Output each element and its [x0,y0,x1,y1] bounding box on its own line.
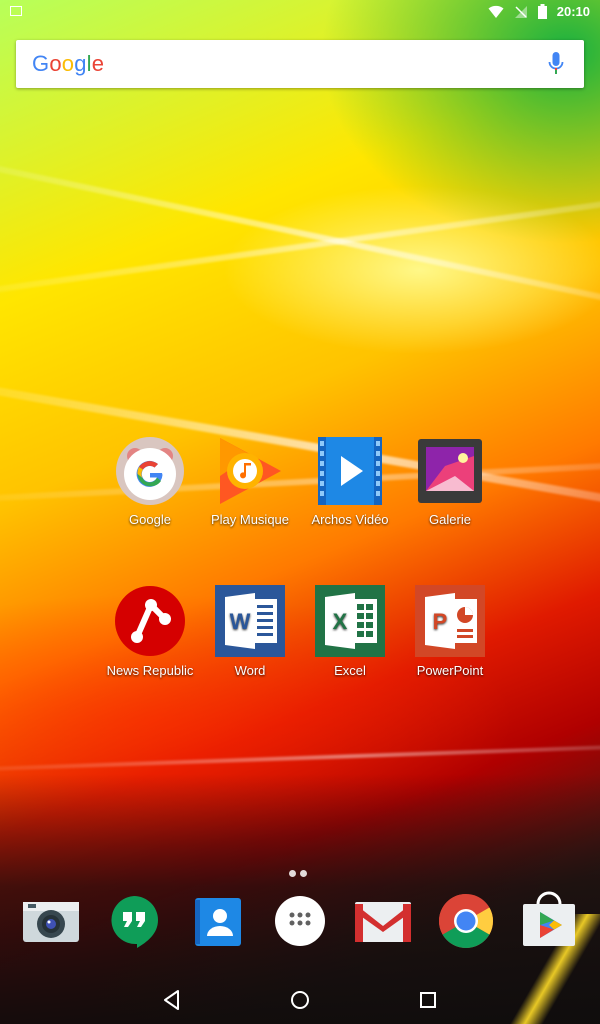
app-news-republic[interactable]: News Republic [100,585,200,678]
gallery-icon [415,436,485,506]
app-label: Galerie [429,512,471,527]
dock [0,890,600,960]
news-republic-icon [115,585,185,657]
app-galerie[interactable]: Galerie [400,436,500,527]
hangouts-icon [111,896,158,948]
wallpaper-glow [300,0,600,260]
recents-icon[interactable] [412,984,444,1016]
microphone-icon[interactable] [548,52,564,76]
camera-icon [23,902,79,942]
page-dot [300,870,307,877]
svg-text:P: P [433,609,448,634]
play-music-icon [215,436,285,506]
video-icon [315,436,385,506]
contacts-icon [195,898,241,946]
app-label: Play Musique [210,512,290,527]
page-dot [289,870,296,877]
google-search-bar[interactable]: Google [16,40,584,88]
dock-gmail[interactable] [352,890,414,952]
app-label: PowerPoint [416,663,484,678]
excel-icon: X [315,585,385,657]
no-signal-icon [514,5,527,18]
clock: 20:10 [556,4,590,19]
dock-camera[interactable] [20,890,82,952]
wifi-icon [488,5,504,18]
back-icon[interactable] [156,984,188,1016]
image-notification-icon [10,6,22,16]
status-bar: 20:10 [0,0,600,24]
play-store-icon [523,891,575,946]
page-indicator [289,870,307,877]
powerpoint-icon: P [415,585,485,657]
navigation-bar [0,976,600,1024]
dock-contacts[interactable] [186,890,248,952]
google-app-icon [115,436,185,506]
app-drawer-icon [275,896,325,946]
gmail-icon [355,902,411,942]
google-logo: Google [32,51,105,76]
app-label: News Republic [106,663,194,678]
wallpaper-streak [0,738,600,774]
dock-chrome[interactable] [435,890,497,952]
status-icons: 20:10 [488,4,590,19]
app-powerpoint[interactable]: P PowerPoint [400,585,500,678]
chrome-icon [438,894,494,949]
battery-icon [537,4,547,19]
app-excel[interactable]: X Excel [300,585,400,678]
dock-hangouts[interactable] [103,890,165,952]
svg-text:X: X [333,609,348,634]
svg-text:W: W [230,609,251,634]
app-google[interactable]: Google [100,436,200,527]
app-label: Google [129,512,171,527]
home-icon[interactable] [284,984,316,1016]
app-word[interactable]: W Word [200,585,300,678]
app-label: Word [234,663,266,678]
dock-play-store[interactable] [518,890,580,952]
home-screen: 20:10 Google Google Play Musique Archos … [0,0,600,1024]
app-label: Archos Vidéo [311,512,389,527]
dock-app-drawer[interactable] [269,890,331,952]
app-archos-video[interactable]: Archos Vidéo [300,436,400,527]
app-label: Excel [334,663,366,678]
word-icon: W [215,585,285,657]
app-play-musique[interactable]: Play Musique [200,436,300,527]
